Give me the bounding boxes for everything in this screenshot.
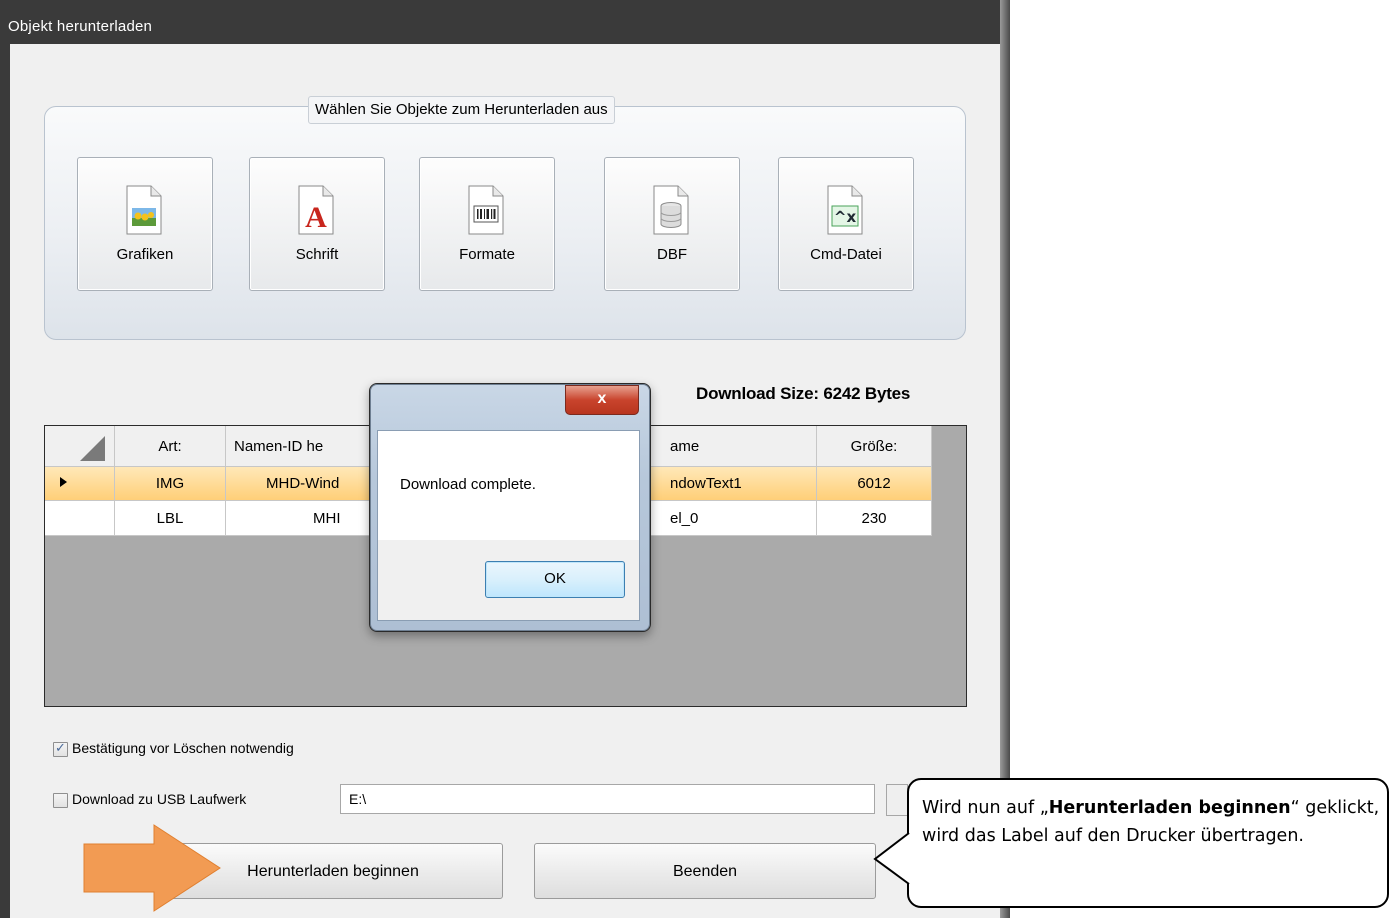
font-button-label: Schrift (295, 246, 339, 263)
confirm-delete-label: Bestätigung vor Löschen notwendig (72, 740, 294, 756)
formats-button[interactable]: Formate (419, 157, 555, 291)
column-header-name[interactable]: ame (640, 426, 817, 467)
table-row-2-name-id[interactable]: MHI (226, 501, 371, 536)
cmd-file-button[interactable]: ^x Cmd-Datei (778, 157, 914, 291)
table-row-1-name-id[interactable]: MHD-Wind (226, 467, 371, 501)
image-file-icon (126, 185, 162, 235)
font-button[interactable]: A Schrift (249, 157, 385, 291)
graphics-button-label: Grafiken (116, 246, 174, 263)
table-row-2-type[interactable]: LBL (115, 501, 226, 536)
callout-text-pre: Wird nun auf „ (922, 798, 1049, 818)
window-title: Objekt herunterladen (8, 18, 153, 35)
callout-text: Wird nun auf „Herunterladen beginnen“ ge… (922, 794, 1382, 850)
table-row-2-size[interactable]: 230 (817, 501, 932, 536)
dbf-button-label: DBF (657, 246, 687, 263)
dialog-ok-button[interactable]: OK (485, 561, 625, 598)
graphics-button[interactable]: Grafiken (77, 157, 213, 291)
cmd-file-button-label: Cmd-Datei (810, 246, 882, 263)
usb-path-input[interactable]: E:\ (340, 784, 875, 814)
row-selector[interactable] (45, 501, 115, 536)
table-row-1-type[interactable]: IMG (115, 467, 226, 501)
formats-button-label: Formate (459, 246, 515, 263)
usb-download-label: Download zu USB Laufwerk (72, 791, 247, 807)
table-row-1-size[interactable]: 6012 (817, 467, 932, 501)
pointer-arrow-icon (83, 824, 221, 912)
table-corner-header (45, 426, 115, 467)
dbf-button[interactable]: DBF (604, 157, 740, 291)
download-size-label: Download Size: 6242 Bytes (696, 384, 911, 403)
barcode-file-icon (468, 185, 504, 235)
font-file-icon: A (298, 185, 334, 235)
table-row-2-name[interactable]: el_0 (640, 501, 817, 536)
column-header-name-id[interactable]: Namen-ID he (226, 426, 371, 467)
svg-text:A: A (305, 201, 327, 234)
table-row-1-name[interactable]: ndowText1 (640, 467, 817, 501)
group-title: Wählen Sie Objekte zum Herunterladen aus (308, 96, 615, 124)
dialog-close-button[interactable]: x (565, 385, 639, 415)
usb-download-checkbox[interactable] (53, 793, 68, 808)
column-header-size[interactable]: Größe: (817, 426, 932, 467)
exit-button[interactable]: Beenden (534, 843, 876, 899)
callout-pointer (873, 832, 910, 885)
svg-text:^x: ^x (834, 208, 857, 226)
database-file-icon (653, 185, 689, 235)
browse-button[interactable] (886, 784, 908, 816)
confirm-delete-checkbox[interactable] (53, 740, 68, 757)
row-selector-current[interactable] (45, 467, 115, 501)
column-header-type[interactable]: Art: (115, 426, 226, 467)
dialog-message: Download complete. (400, 476, 536, 493)
callout-text-bold: Herunterladen beginnen (1048, 798, 1291, 818)
command-file-icon: ^x (827, 185, 863, 235)
select-all-corner-icon (80, 436, 105, 461)
current-row-arrow-icon (60, 477, 67, 487)
